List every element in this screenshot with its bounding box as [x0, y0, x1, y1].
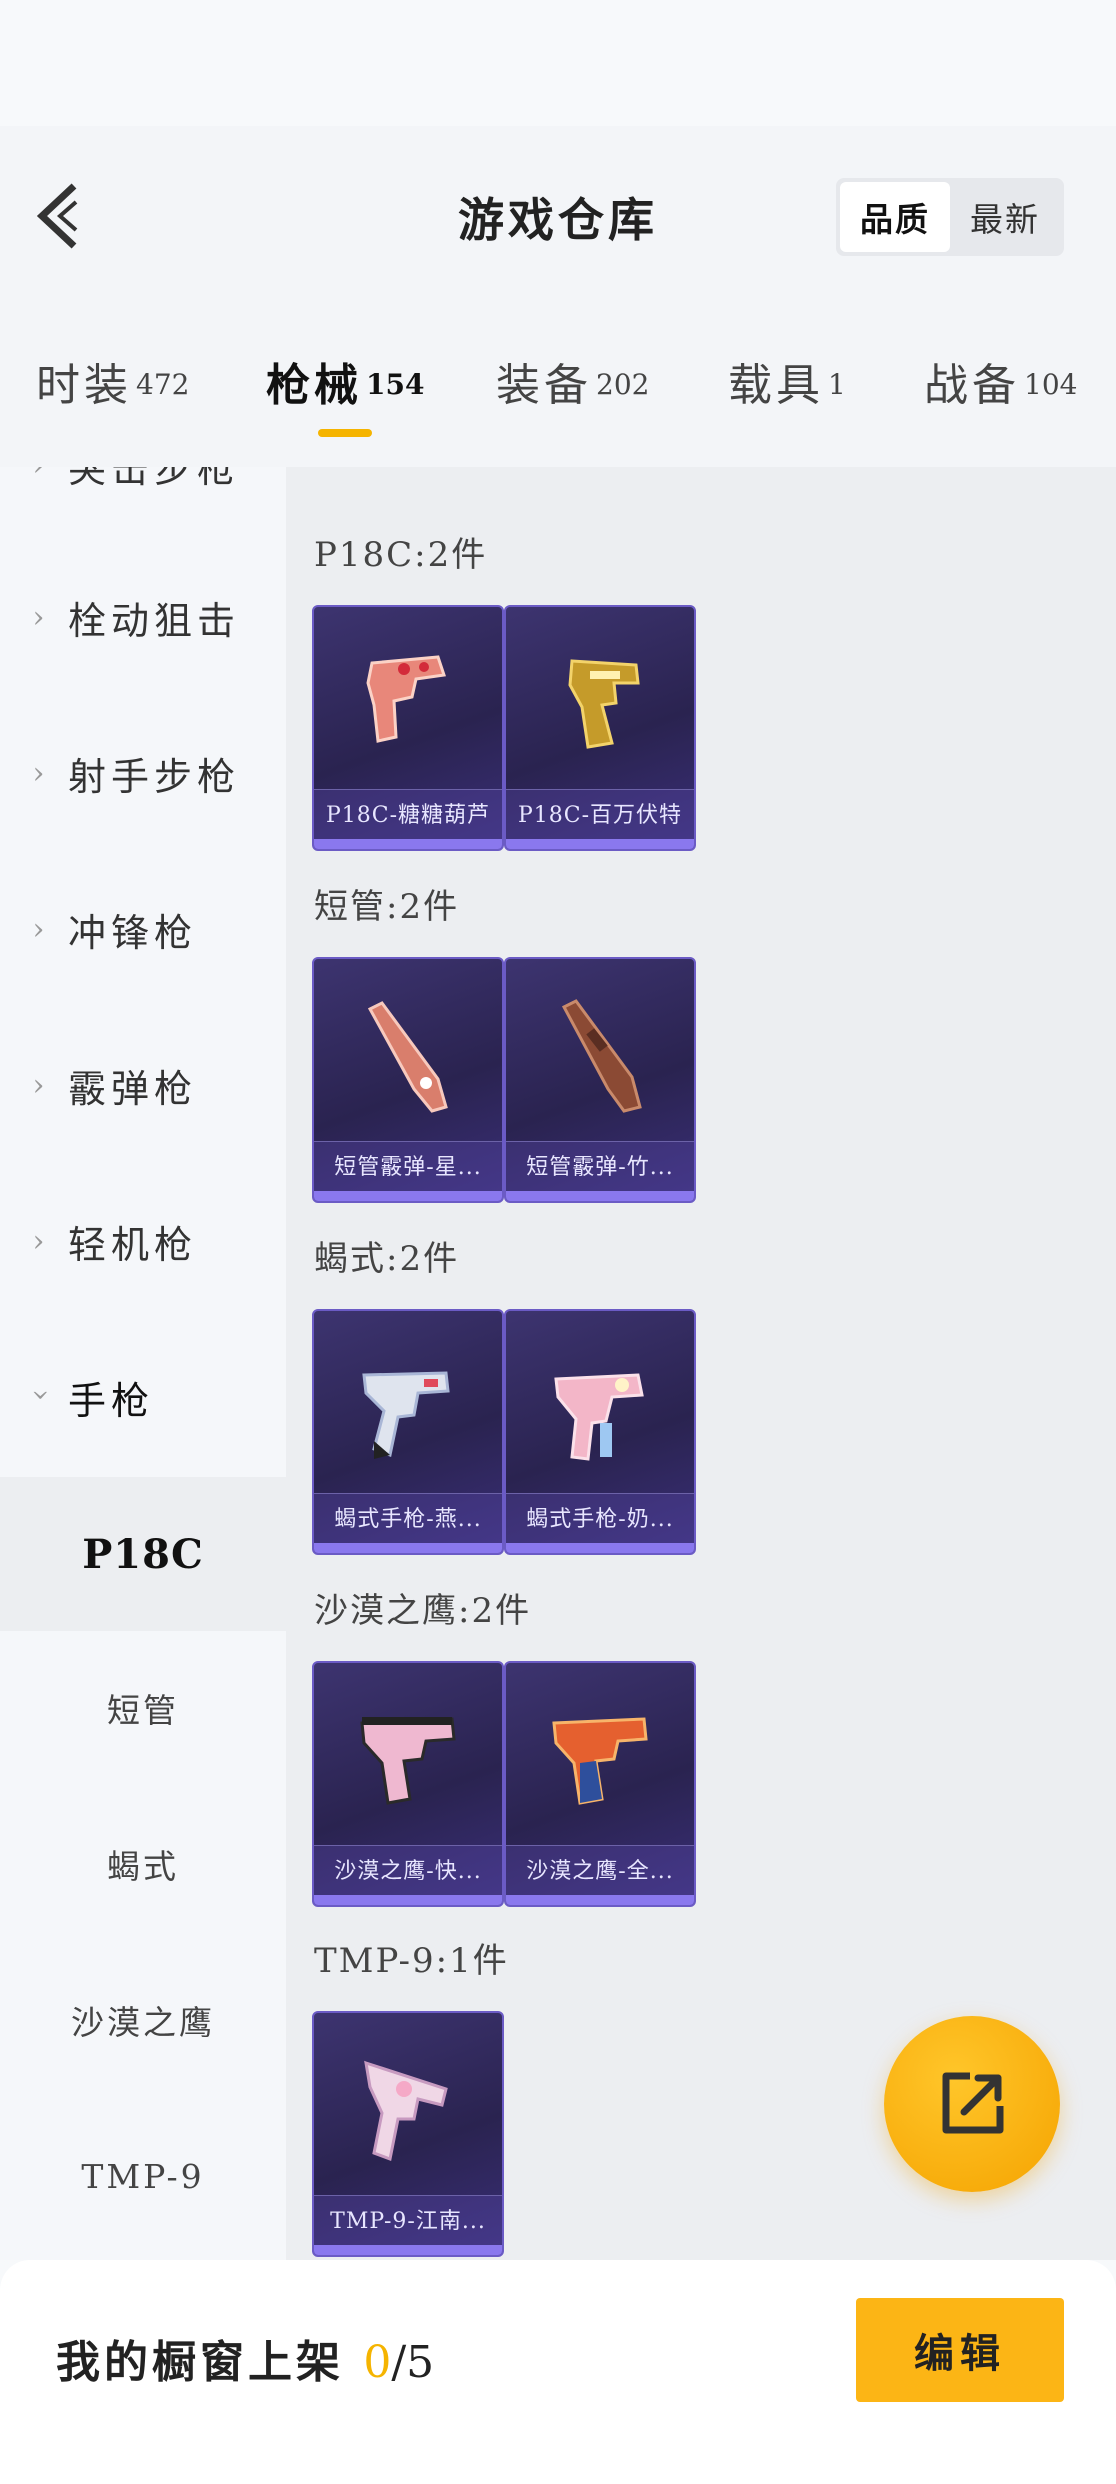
sidebar-item-label: 冲锋枪	[68, 910, 198, 955]
rarity-bar	[314, 1191, 502, 1201]
tab-count: 472	[136, 368, 190, 401]
chevron-right-icon: ›	[32, 755, 50, 791]
share-button[interactable]	[884, 2016, 1060, 2192]
category-tabs: 时装 472 枪械 154 装备 202 载具 1 战备 104	[0, 301, 1116, 467]
item-name: TMP-9-江南...	[314, 2195, 502, 2247]
group-title: 蝎式:2件	[314, 1239, 460, 1279]
item-name: P18C-糖糖葫芦	[314, 789, 502, 841]
item-card[interactable]: 蝎式手枪-奶...	[504, 1309, 696, 1555]
sidebar-item-label: 栓动狙击	[68, 598, 241, 643]
sidebar-sub-short-barrel[interactable]: 短管	[0, 1631, 286, 1785]
sidebar-item-pistol[interactable]: › 手枪	[0, 1357, 286, 1437]
item-name: 沙漠之鹰-快...	[314, 1845, 502, 1897]
sidebar-item-label: 轻机枪	[68, 1222, 198, 1267]
group-title: 短管:2件	[314, 887, 460, 927]
shelf-status: 我的橱窗上架 0/5	[56, 2326, 434, 2390]
sidebar-item-label: 突击步枪	[68, 467, 241, 491]
tab-label: 枪械	[266, 360, 362, 411]
sidebar-item-marksman[interactable]: › 射手步枪	[0, 733, 286, 813]
chevron-right-icon: ›	[32, 911, 50, 947]
group-title: TMP-9:1件	[314, 1941, 509, 1981]
rarity-bar	[506, 839, 694, 849]
item-name: 蝎式手枪-奶...	[506, 1493, 694, 1545]
item-card[interactable]: TMP-9-江南...	[312, 2011, 504, 2257]
item-name: P18C-百万伏特	[506, 789, 694, 841]
shelf-count: 0	[363, 2337, 392, 2388]
item-name: 短管霰弹-星...	[314, 1141, 502, 1193]
tab-count: 202	[596, 368, 650, 401]
rarity-bar	[314, 1543, 502, 1553]
chevron-right-icon: ›	[32, 599, 50, 635]
sidebar-item-smg[interactable]: › 冲锋枪	[0, 889, 286, 969]
sidebar-sub-desert-eagle[interactable]: 沙漠之鹰	[0, 1943, 286, 2097]
shotgun-icon	[561, 999, 642, 1113]
share-external-icon	[942, 2072, 1004, 2134]
sort-toggle: 品质 最新	[836, 178, 1064, 256]
pistol-icon	[552, 1717, 648, 1805]
smg-icon	[364, 2060, 448, 2162]
sort-quality-button[interactable]: 品质	[840, 182, 950, 252]
sidebar-sub-tmp9[interactable]: TMP-9	[0, 2099, 286, 2253]
chevron-right-icon: ›	[26, 467, 56, 483]
item-name: 沙漠之鹰-全...	[506, 1845, 694, 1897]
tab-fashion[interactable]: 时装 472	[36, 349, 189, 413]
pistol-icon	[568, 659, 640, 749]
item-card[interactable]: 短管霰弹-星...	[312, 957, 504, 1203]
item-name: 蝎式手枪-燕...	[314, 1493, 502, 1545]
sidebar-sub-p18c[interactable]: P18C	[0, 1477, 286, 1631]
item-card[interactable]: 蝎式手枪-燕...	[312, 1309, 504, 1555]
rarity-bar	[506, 1895, 694, 1905]
tab-weapons[interactable]: 枪械 154	[266, 349, 424, 413]
sidebar: › 突击步枪 › 栓动狙击 › 射手步枪 › 冲锋枪 › 霰弹枪 › 轻机枪 › 手枪 P18…	[0, 467, 286, 2260]
smg-icon	[554, 1373, 644, 1461]
tab-equipment[interactable]: 装备 202	[496, 349, 649, 413]
tab-count: 1	[828, 368, 846, 401]
chevron-right-icon: ›	[32, 1223, 50, 1259]
status-bar	[0, 0, 1116, 126]
rarity-bar	[506, 1191, 694, 1201]
sidebar-item-lmg[interactable]: › 轻机枪	[0, 1201, 286, 1281]
footer-bar: 我的橱窗上架 0/5 编辑	[0, 2260, 1116, 2484]
item-card[interactable]: 沙漠之鹰-快...	[312, 1661, 504, 1907]
item-card[interactable]: P18C-百万伏特	[504, 605, 696, 851]
rarity-bar	[314, 839, 502, 849]
active-tab-indicator	[318, 429, 372, 437]
item-card[interactable]: 短管霰弹-竹...	[504, 957, 696, 1203]
tab-label: 时装	[36, 360, 132, 411]
chevron-right-icon: ›	[32, 1067, 50, 1103]
shotgun-icon	[367, 1001, 448, 1113]
edit-button[interactable]: 编辑	[856, 2298, 1064, 2402]
smg-icon	[362, 1371, 450, 1459]
item-name: 短管霰弹-竹...	[506, 1141, 694, 1193]
item-grid: P18C:2件 P18C-糖糖葫芦 P18C-百万伏特 短管:2件 短管霰弹-星…	[286, 467, 1116, 2260]
rarity-bar	[314, 1895, 502, 1905]
tab-supplies[interactable]: 战备 104	[924, 349, 1077, 413]
tab-label: 装备	[496, 360, 592, 411]
header: 游戏仓库 品质 最新	[0, 126, 1116, 301]
sidebar-item-shotgun[interactable]: › 霰弹枪	[0, 1045, 286, 1125]
sidebar-item-label: 手枪	[68, 1378, 155, 1423]
sidebar-item-label: 霰弹枪	[68, 1066, 198, 1111]
tab-vehicles[interactable]: 载具 1	[728, 349, 846, 413]
sidebar-sub-scorpion[interactable]: 蝎式	[0, 1787, 286, 1941]
sidebar-item-assault-rifle[interactable]: › 突击步枪	[0, 467, 286, 505]
rarity-bar	[314, 2245, 502, 2255]
group-title: P18C:2件	[314, 535, 488, 575]
tab-label: 战备	[924, 360, 1020, 411]
sort-latest-button[interactable]: 最新	[950, 182, 1060, 252]
sidebar-item-bolt-sniper[interactable]: › 栓动狙击	[0, 577, 286, 657]
tab-label: 载具	[728, 360, 824, 411]
tab-count: 154	[366, 368, 425, 401]
pistol-icon	[360, 1717, 456, 1805]
group-title: 沙漠之鹰:2件	[314, 1591, 532, 1631]
chevron-down-icon: ›	[23, 1388, 59, 1406]
tab-count: 104	[1024, 368, 1078, 401]
item-card[interactable]: 沙漠之鹰-全...	[504, 1661, 696, 1907]
pistol-icon	[366, 655, 446, 743]
shelf-total: /5	[391, 2337, 435, 2388]
item-card[interactable]: P18C-糖糖葫芦	[312, 605, 504, 851]
sidebar-item-label: 射手步枪	[68, 754, 241, 799]
shelf-label: 我的橱窗上架	[56, 2337, 344, 2388]
rarity-bar	[506, 1543, 694, 1553]
